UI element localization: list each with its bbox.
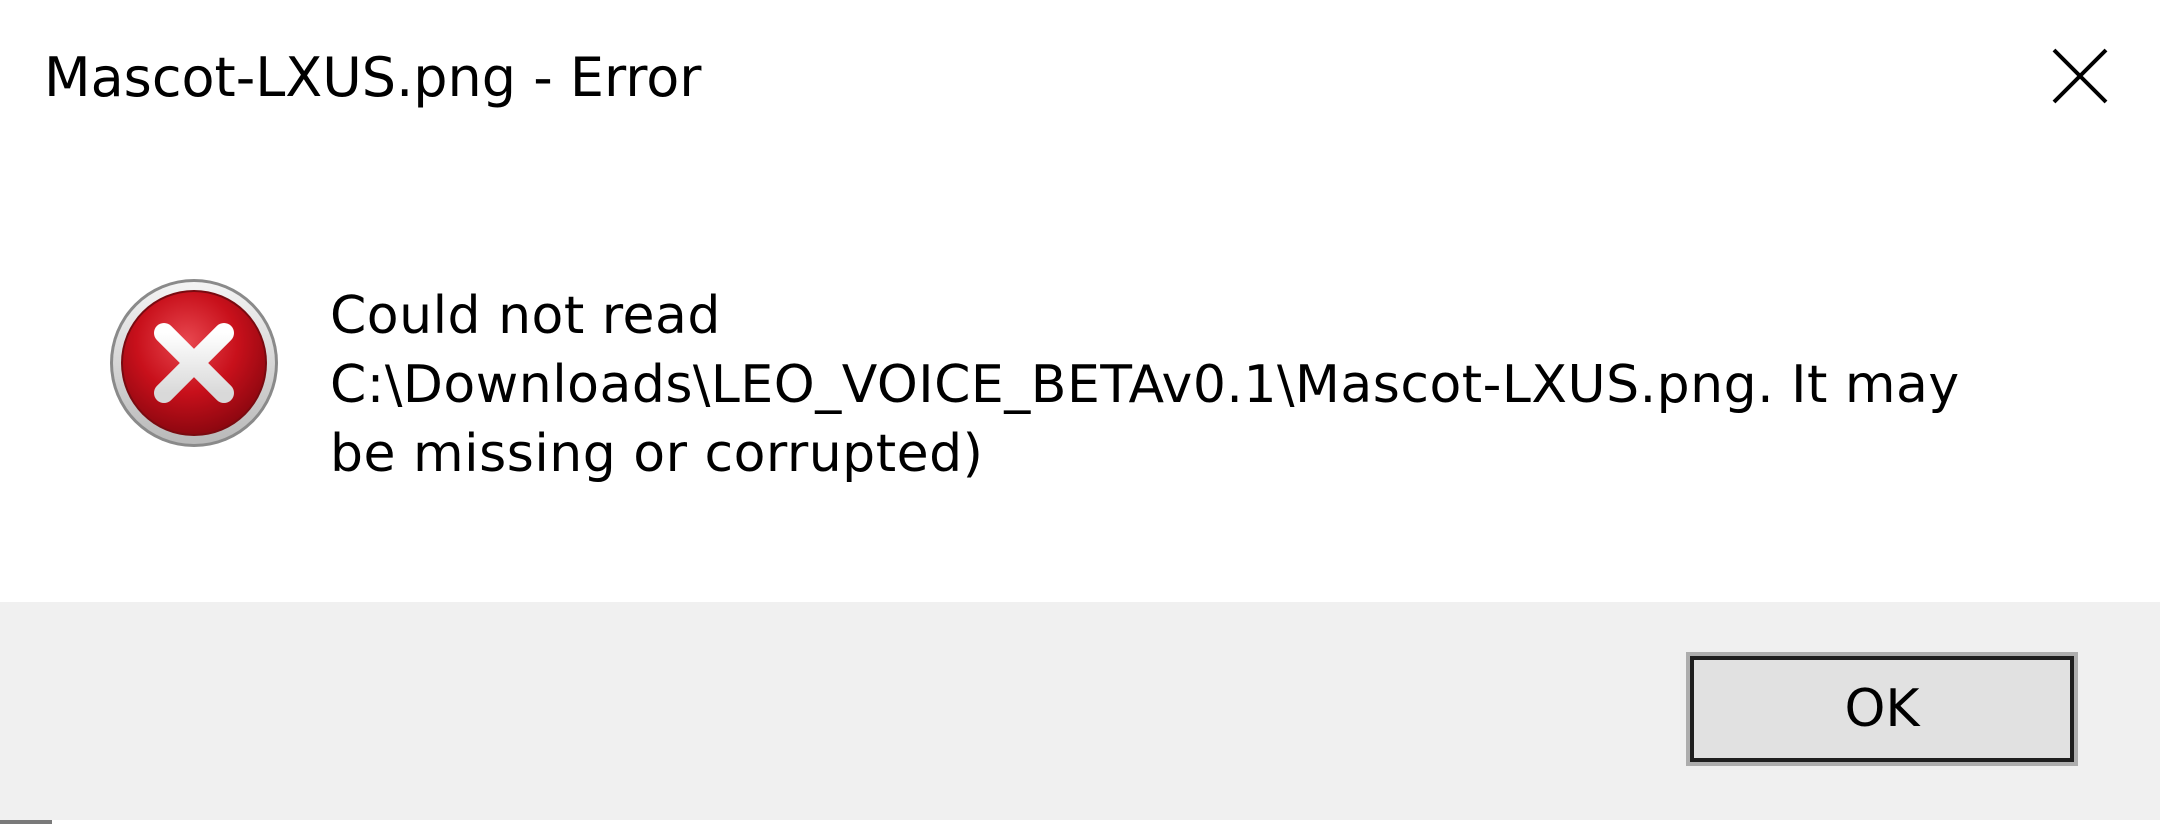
window-title: Mascot-LXUS.png - Error [44,46,702,109]
close-icon [2052,48,2108,104]
button-bar: OK [0,602,2160,820]
error-icon [110,279,278,447]
ok-button[interactable]: OK [1686,652,2078,766]
corner-mark [0,820,52,824]
error-dialog: Mascot-LXUS.png - Error Could not read C… [0,0,2160,829]
dialog-body: Could not read C:\Downloads\LEO_VOICE_BE… [0,150,2160,602]
message-line: C:\Downloads\LEO_VOICE_BETAv0.1\Mascot-L… [330,355,1960,415]
title-bar[interactable]: Mascot-LXUS.png - Error [0,0,2160,150]
window-bottom-edge [0,820,2160,829]
close-button[interactable] [2040,40,2120,112]
error-message: Could not read C:\Downloads\LEO_VOICE_BE… [330,282,2050,489]
message-line: be missing or corrupted) [330,424,984,484]
message-line: Could not read [330,286,721,346]
